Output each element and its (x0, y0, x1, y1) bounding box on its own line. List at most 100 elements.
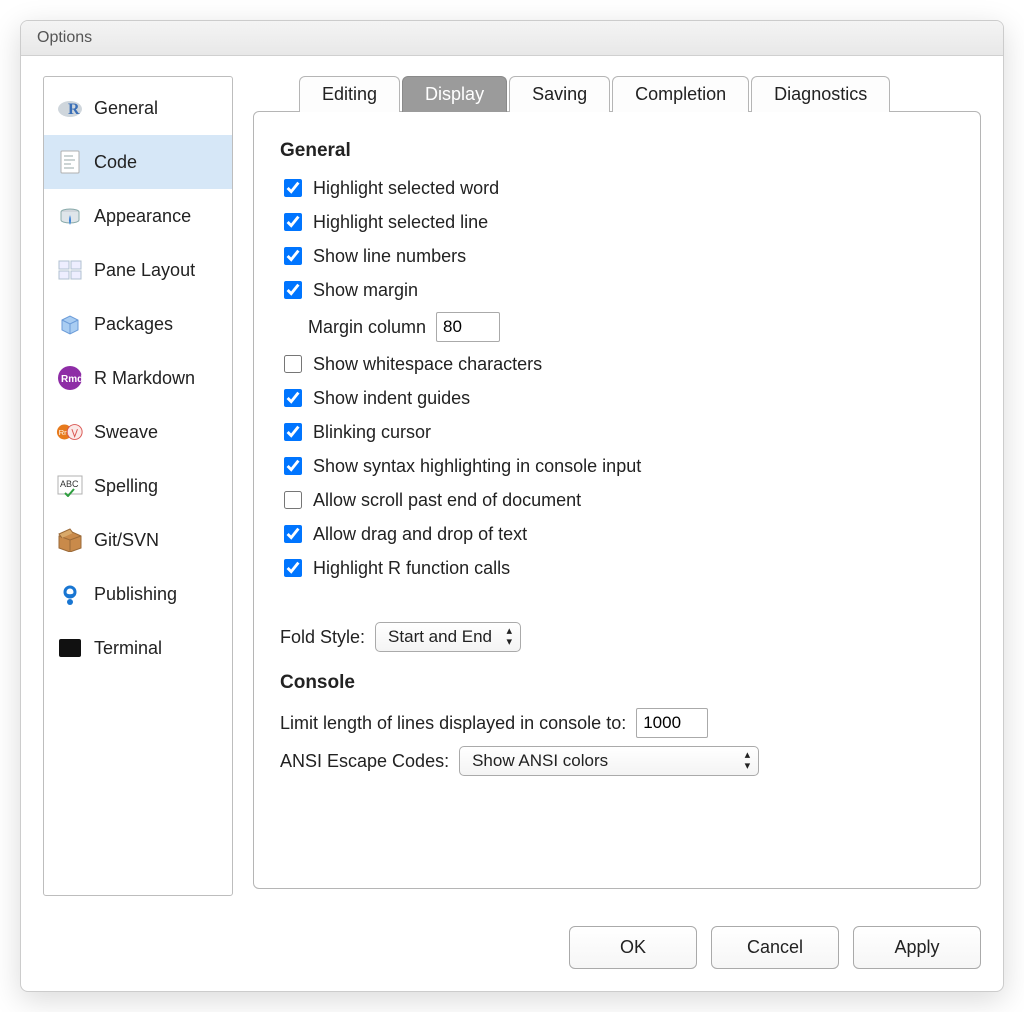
sidebar-item-label: Pane Layout (94, 260, 195, 281)
svg-text:R: R (68, 101, 80, 118)
tab-saving[interactable]: Saving (509, 76, 610, 112)
opt-show-indent-guides[interactable]: Show indent guides (280, 386, 954, 410)
checkbox-show-whitespace[interactable] (284, 355, 302, 373)
tab-diagnostics[interactable]: Diagnostics (751, 76, 890, 112)
margin-column-label: Margin column (308, 317, 426, 338)
opt-show-whitespace[interactable]: Show whitespace characters (280, 352, 954, 376)
svg-text:ABC: ABC (60, 479, 79, 489)
opt-drag-drop[interactable]: Allow drag and drop of text (280, 522, 954, 546)
sidebar-item-git-svn[interactable]: Git/SVN (44, 513, 232, 567)
checkbox-scroll-past-end[interactable] (284, 491, 302, 509)
tab-completion[interactable]: Completion (612, 76, 749, 112)
publishing-icon (56, 580, 84, 608)
margin-column-input[interactable] (436, 312, 500, 342)
options-dialog: Options R General Code Appearance (20, 20, 1004, 992)
sidebar-item-pane-layout[interactable]: Pane Layout (44, 243, 232, 297)
checkbox-label: Highlight R function calls (313, 558, 510, 579)
opt-margin-column-row: Margin column (308, 312, 954, 342)
checkbox-show-margin[interactable] (284, 281, 302, 299)
dialog-footer: OK Cancel Apply (21, 912, 1003, 991)
opt-scroll-past-end[interactable]: Allow scroll past end of document (280, 488, 954, 512)
opt-show-margin[interactable]: Show margin (280, 278, 954, 302)
console-limit-input[interactable] (636, 708, 708, 738)
sidebar-item-label: General (94, 98, 158, 119)
checkbox-highlight-r-calls[interactable] (284, 559, 302, 577)
sidebar-item-label: R Markdown (94, 368, 195, 389)
r-logo-icon: R (56, 94, 84, 122)
dropdown-caret-icon: ▴▾ (745, 750, 751, 772)
display-panel: General Highlight selected word Highligh… (253, 111, 981, 889)
pane-layout-icon (56, 256, 84, 284)
checkbox-label: Highlight selected word (313, 178, 499, 199)
cancel-button[interactable]: Cancel (711, 926, 839, 969)
sidebar-item-spelling[interactable]: ABC Spelling (44, 459, 232, 513)
opt-syntax-console[interactable]: Show syntax highlighting in console inpu… (280, 454, 954, 478)
sidebar-item-appearance[interactable]: Appearance (44, 189, 232, 243)
ansi-value: Show ANSI colors (472, 751, 608, 771)
ansi-row: ANSI Escape Codes: Show ANSI colors ▴▾ (280, 746, 954, 776)
rmarkdown-icon: Rmd (56, 364, 84, 392)
dialog-body: R General Code Appearance P (21, 56, 1003, 912)
main-panel: Editing Display Saving Completion Diagno… (253, 76, 981, 896)
opt-highlight-selected-line[interactable]: Highlight selected line (280, 210, 954, 234)
checkbox-label: Highlight selected line (313, 212, 488, 233)
section-general-heading: General (280, 140, 954, 162)
sidebar-item-general[interactable]: R General (44, 81, 232, 135)
sidebar-item-label: Spelling (94, 476, 158, 497)
sidebar-item-label: Sweave (94, 422, 158, 443)
fold-style-select[interactable]: Start and End ▴▾ (375, 622, 521, 652)
sidebar-item-terminal[interactable]: Terminal (44, 621, 232, 675)
opt-show-line-numbers[interactable]: Show line numbers (280, 244, 954, 268)
terminal-icon (56, 634, 84, 662)
checkbox-label: Allow drag and drop of text (313, 524, 527, 545)
console-limit-row: Limit length of lines displayed in conso… (280, 708, 954, 738)
sidebar-item-rmarkdown[interactable]: Rmd R Markdown (44, 351, 232, 405)
tab-editing[interactable]: Editing (299, 76, 400, 112)
checkbox-highlight-selected-word[interactable] (284, 179, 302, 197)
sidebar-item-publishing[interactable]: Publishing (44, 567, 232, 621)
svg-text:Rmd: Rmd (61, 374, 83, 385)
apply-button[interactable]: Apply (853, 926, 981, 969)
spelling-icon: ABC (56, 472, 84, 500)
opt-blinking-cursor[interactable]: Blinking cursor (280, 420, 954, 444)
console-limit-label: Limit length of lines displayed in conso… (280, 713, 626, 734)
section-console-heading: Console (280, 672, 954, 694)
dialog-title: Options (21, 21, 1003, 56)
checkbox-drag-drop[interactable] (284, 525, 302, 543)
dropdown-caret-icon: ▴▾ (506, 626, 512, 648)
checkbox-blinking-cursor[interactable] (284, 423, 302, 441)
opt-highlight-r-calls[interactable]: Highlight R function calls (280, 556, 954, 580)
fold-style-label: Fold Style: (280, 627, 365, 648)
tab-display[interactable]: Display (402, 76, 507, 112)
opt-highlight-selected-word[interactable]: Highlight selected word (280, 176, 954, 200)
sidebar-item-sweave[interactable]: Rnw Sweave (44, 405, 232, 459)
sidebar-item-label: Appearance (94, 206, 191, 227)
ansi-label: ANSI Escape Codes: (280, 751, 449, 772)
checkbox-label: Show line numbers (313, 246, 466, 267)
sidebar-item-label: Code (94, 152, 137, 173)
checkbox-label: Allow scroll past end of document (313, 490, 581, 511)
fold-style-row: Fold Style: Start and End ▴▾ (280, 622, 954, 652)
checkbox-label: Blinking cursor (313, 422, 431, 443)
checkbox-label: Show whitespace characters (313, 354, 542, 375)
checkbox-highlight-selected-line[interactable] (284, 213, 302, 231)
code-file-icon (56, 148, 84, 176)
fold-style-value: Start and End (388, 627, 492, 647)
ok-button[interactable]: OK (569, 926, 697, 969)
ansi-select[interactable]: Show ANSI colors ▴▾ (459, 746, 759, 776)
sidebar-item-packages[interactable]: Packages (44, 297, 232, 351)
paint-bucket-icon (56, 202, 84, 230)
checkbox-label: Show syntax highlighting in console inpu… (313, 456, 641, 477)
checkbox-label: Show margin (313, 280, 418, 301)
checkbox-show-line-numbers[interactable] (284, 247, 302, 265)
tabstrip: Editing Display Saving Completion Diagno… (299, 76, 981, 112)
sidebar-item-label: Publishing (94, 584, 177, 605)
checkbox-label: Show indent guides (313, 388, 470, 409)
sidebar-item-label: Git/SVN (94, 530, 159, 551)
sidebar-item-code[interactable]: Code (44, 135, 232, 189)
checkbox-syntax-console[interactable] (284, 457, 302, 475)
sidebar-item-label: Packages (94, 314, 173, 335)
package-box-icon (56, 310, 84, 338)
sidebar-item-label: Terminal (94, 638, 162, 659)
checkbox-show-indent-guides[interactable] (284, 389, 302, 407)
